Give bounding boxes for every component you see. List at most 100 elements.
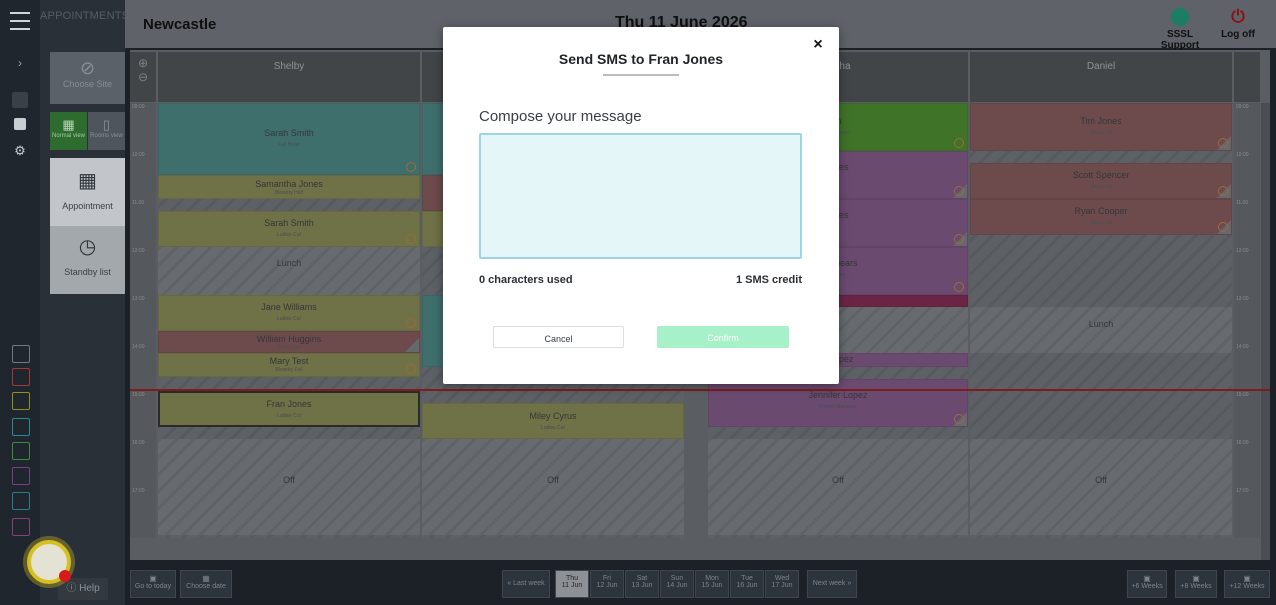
appointment-block[interactable]: Sarah Smith Full Head [158,103,420,175]
cancel-button[interactable]: Cancel [493,326,624,348]
calendar-icon: ▣ [1243,574,1251,583]
document-module-icon[interactable] [12,518,30,536]
day-button-tue[interactable]: Tue 16 Jun [730,570,764,598]
break-block[interactable]: Lunch [158,247,420,295]
menu-button[interactable] [6,10,34,32]
day-name: Tue [741,575,753,582]
chart-module-icon[interactable] [12,442,30,460]
appointment-tab[interactable]: ▦ Appointment [50,158,125,226]
expand-chevron-icon[interactable]: › [6,52,34,74]
plus-8-weeks-button[interactable]: ▣ +8 Weeks [1175,570,1217,598]
zoom-in-icon[interactable]: ⊕ [130,56,156,70]
time-label: 12:00 [1236,248,1249,254]
off-block[interactable]: Off [970,439,1232,535]
client-name: Jane Williams [261,302,317,312]
message-textarea[interactable] [479,133,802,259]
time-label: 15:00 [132,392,145,398]
time-label: 15:00 [1236,392,1249,398]
service-name: Massage1 [829,130,853,136]
last-week-button[interactable]: « Last week [502,570,550,598]
appointment-block-selected[interactable]: Fran Jones Ladies Cut [158,391,420,427]
grid-module-icon[interactable] [12,392,30,410]
chat-module-icon[interactable] [12,467,30,485]
plus-6-weeks-button[interactable]: ▣ +6 Weeks [1127,570,1167,598]
clock-icon [1218,186,1228,196]
zoom-out-icon[interactable]: ⊖ [130,70,156,84]
off-block[interactable]: Off [158,439,420,535]
door-icon: ▯ [102,117,111,132]
day-date: 12 Jun [596,582,618,589]
service-name: Gents Cut [1089,184,1113,190]
power-icon: ⏻ [1231,7,1245,26]
appointment-block[interactable]: Scott Spencer Gents Cut [970,163,1232,199]
appointment-block[interactable]: Jane Williams Ladies Cut [158,295,420,331]
left-icon-bar: › ⚙ [0,0,40,605]
zoom-controls: ⊕ ⊖ [130,52,156,102]
service-name: Gents Cut [277,345,301,351]
calendar-icon[interactable] [12,92,28,108]
break-block[interactable]: Lunch [970,307,1232,353]
appointment-block[interactable]: Sarah Smith Ladies Cut [158,211,420,247]
day-button-mon[interactable]: Mon 15 Jun [695,570,729,598]
column-header-stylist-4: Daniel [970,52,1232,102]
day-button-sat[interactable]: Sat 13 Jun [625,570,659,598]
appointment-block[interactable]: Mary Test Blowdry Full [158,353,420,377]
plus-12-weeks-label: +12 Weeks [1229,583,1265,590]
appointment-block[interactable]: Tim Jones Gents Cut [970,103,1232,151]
client-name: Tim Jones [1080,116,1122,126]
service-name: care [829,176,967,182]
clock-icon [406,234,416,244]
confirm-button[interactable]: Confirm [657,326,789,348]
client-name: Scott Spencer [1072,170,1130,180]
day-button-thu[interactable]: Thu 11 Jun [555,570,589,598]
standby-label: Standby list [64,267,111,277]
appointment-block[interactable]: Miley Cyrus Ladies Cut [422,403,684,439]
choose-site-button[interactable]: ⊘ Choose Site [50,52,125,104]
break-label: Lunch [1088,319,1114,329]
standby-list-tab[interactable]: ◷ Standby list [50,226,125,294]
appointment-block[interactable]: Samantha Jones Blowdry Half [158,175,420,199]
normal-view-button[interactable]: ▦ Normal view [50,112,87,150]
grid-scrollbar[interactable] [1261,103,1270,560]
choose-date-label: Choose date [186,583,226,590]
client-name: Spears [829,258,858,268]
last-week-label: « Last week [507,580,545,587]
log-off-button[interactable]: ⏻ Log off [1218,7,1258,41]
time-label: 14:00 [132,344,145,350]
support-chat-bubble[interactable] [27,540,71,584]
appointment-block[interactable]: William Huggins Gents Cut [158,331,420,353]
bag-module-icon[interactable] [12,418,30,436]
day-date: 15 Jun [701,582,723,589]
settings-gear-icon[interactable]: ⚙ [6,140,34,162]
compose-label: Compose your message [479,108,642,125]
standby-clock-icon: ◷ [78,236,97,258]
support-button[interactable]: SSSL Support [1150,8,1210,51]
clock-icon [1218,222,1228,232]
day-date: 17 Jun [771,582,793,589]
calendar-red-module-icon[interactable] [12,368,30,386]
day-button-fri[interactable]: Fri 12 Jun [590,570,624,598]
check-circle-icon: ⊘ [79,58,96,78]
day-button-sun[interactable]: Sun 14 Jun [660,570,694,598]
next-week-button[interactable]: Next week » [807,570,857,598]
plus-12-weeks-button[interactable]: ▣ +12 Weeks [1224,570,1270,598]
off-block[interactable]: Off [708,439,968,535]
till-module-icon[interactable] [12,492,30,510]
appointment-block[interactable]: Ryan Cooper Gents Cut [970,199,1232,235]
sms-credit: 1 SMS credit [735,274,802,286]
time-label: 14:00 [1236,344,1249,350]
break-label: Lunch [276,258,302,268]
time-label: 16:00 [1236,440,1249,446]
time-axis-left: 09:00 10:00 11:00 12:00 13:00 14:00 15:0… [130,103,156,538]
appointment-block[interactable]: Jennifer Lopez French Manicure [708,379,968,427]
choose-date-button[interactable]: ▦ Choose date [180,570,232,598]
contact-card-icon[interactable] [14,118,26,130]
appointments-module-icon[interactable] [12,345,30,363]
plus-8-weeks-label: +8 Weeks [1180,583,1212,590]
go-to-today-button[interactable]: ▣ Go to today [130,570,176,598]
calendar-view-icon: ▦ [62,117,75,132]
off-block[interactable]: Off [422,439,684,535]
service-name: anicure [829,272,967,278]
day-button-wed[interactable]: Wed 17 Jun [765,570,799,598]
rooms-view-button[interactable]: ▯ Rooms view [88,112,125,150]
